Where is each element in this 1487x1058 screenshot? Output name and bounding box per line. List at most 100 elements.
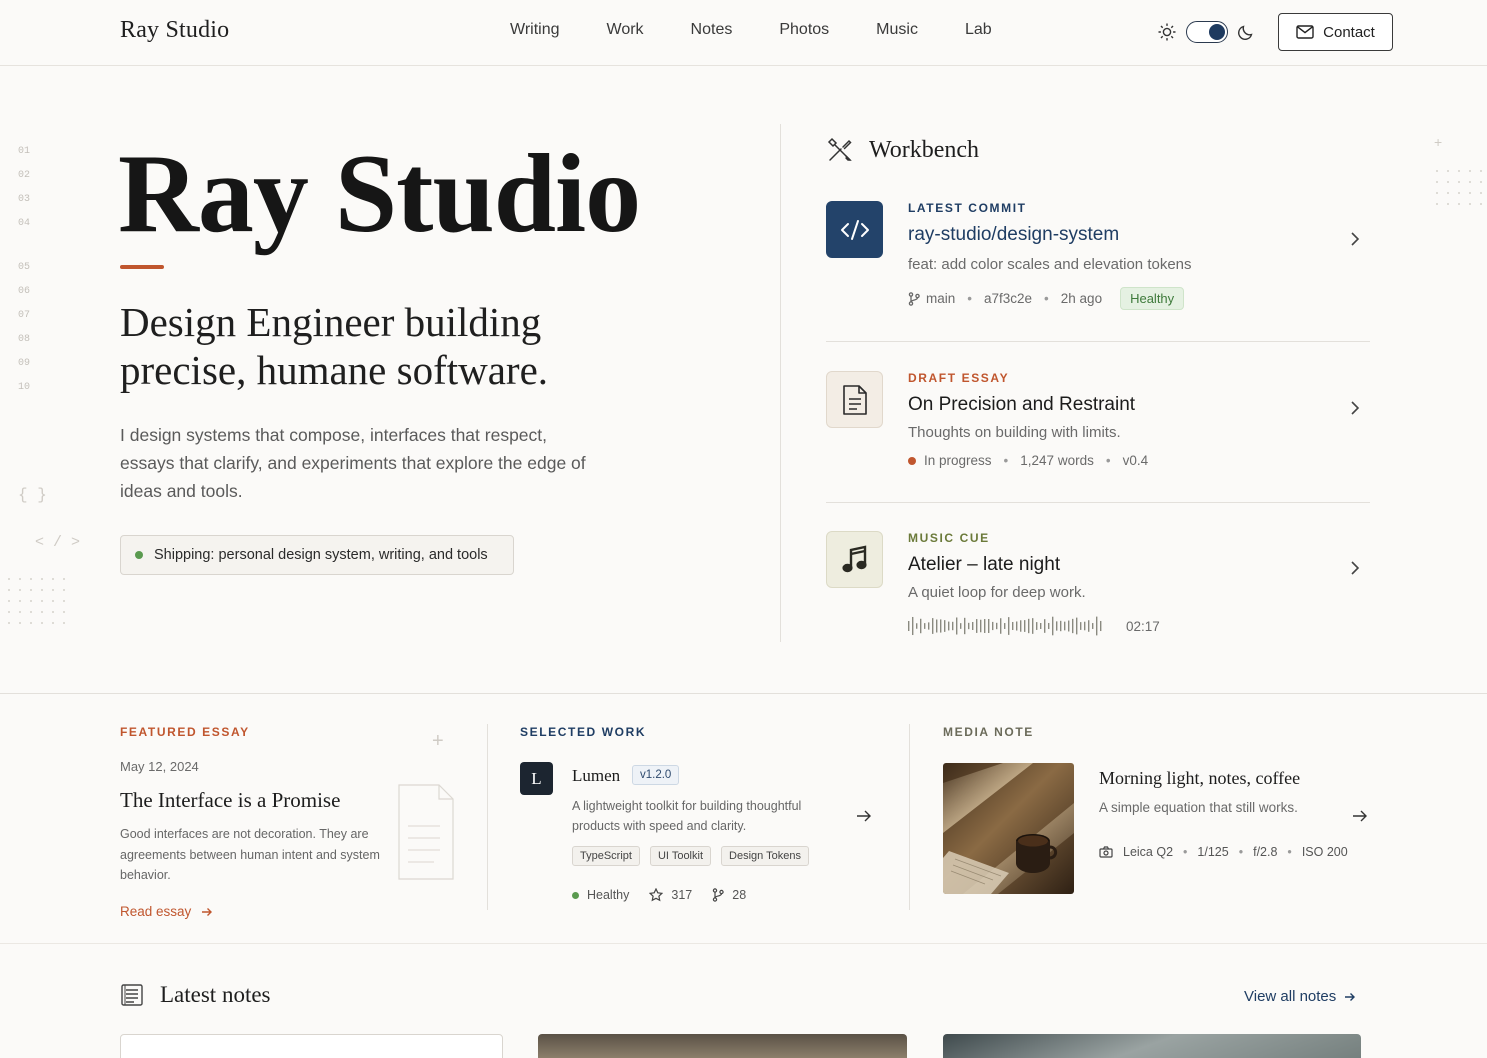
waveform-bar (912, 616, 914, 636)
moon-icon (1238, 25, 1253, 40)
waveform-bar (1016, 621, 1018, 631)
aperture: f/2.8 (1253, 845, 1278, 859)
project-tags: TypeScript UI Toolkit Design Tokens (572, 846, 809, 866)
read-essay-link[interactable]: Read essay (120, 904, 213, 919)
version-badge: v1.2.0 (632, 765, 680, 785)
waveform-bar (1100, 620, 1102, 632)
waveform-bar (1040, 623, 1042, 629)
line-number: 04 (18, 218, 31, 229)
sun-icon (1158, 23, 1176, 41)
waveform-bar (932, 618, 934, 634)
waveform[interactable] (908, 615, 1104, 637)
chevron-right-icon[interactable] (1350, 400, 1360, 416)
contact-button[interactable]: Contact (1278, 13, 1393, 51)
waveform-bar (964, 617, 966, 635)
nav-links: Writing Work Notes Photos Music Lab (510, 21, 1039, 39)
hero-divider (780, 124, 781, 642)
waveform-bar (952, 621, 954, 631)
project-logo: L (520, 762, 553, 795)
featured-essay-title[interactable]: The Interface is a Promise (120, 788, 340, 813)
media-note-title[interactable]: Morning light, notes, coffee (1099, 768, 1300, 789)
health-status: Healthy (587, 888, 630, 902)
project-desc: A lightweight toolkit for building thoug… (572, 799, 802, 833)
chevron-right-icon[interactable] (1350, 231, 1360, 247)
featured-essay-body: Good interfaces are not decoration. They… (120, 827, 380, 882)
waveform-bar (920, 618, 922, 634)
waveform-bar (1012, 621, 1014, 631)
theme-toggle[interactable] (1186, 21, 1228, 43)
fork-count: 28 (732, 888, 747, 902)
note-card[interactable] (120, 1034, 503, 1058)
nav-link-music[interactable]: Music (876, 21, 918, 39)
waveform-bar (1088, 620, 1090, 632)
column-divider (909, 724, 910, 910)
nav-link-photos[interactable]: Photos (779, 21, 829, 39)
waveform-bar (936, 619, 938, 633)
chevron-right-icon[interactable] (1350, 560, 1360, 576)
hero-subtitle: Design Engineer building precise, humane… (120, 299, 549, 393)
waveform-bar (960, 623, 962, 629)
workbench-item-draft[interactable]: DRAFT ESSAY On Precision and Restraint T… (826, 371, 1370, 481)
line-number: 09 (18, 358, 31, 369)
view-all-label: View all notes (1244, 988, 1337, 1005)
branch-icon (908, 291, 920, 306)
tag[interactable]: Design Tokens (721, 846, 809, 866)
waveform-bar (924, 623, 926, 629)
note-card-image[interactable] (538, 1034, 907, 1058)
workbench-item-commit[interactable]: LATEST COMMIT ray-studio/design-system f… (826, 201, 1370, 321)
fork-icon (713, 888, 724, 902)
commit-hash: a7f3c2e (984, 291, 1033, 306)
iso: ISO 200 (1301, 845, 1348, 859)
nav-link-writing[interactable]: Writing (510, 21, 560, 39)
theme-switcher (1157, 21, 1255, 43)
nav-link-notes[interactable]: Notes (691, 21, 733, 39)
hero-description: I design systems that compose, interface… (120, 425, 586, 501)
featured-essay-kicker: FEATURED ESSAY (120, 725, 250, 739)
item-kicker: MUSIC CUE (908, 531, 990, 545)
track-title[interactable]: Atelier – late night (908, 554, 1348, 576)
media-note-sub: A simple equation that still works. (1099, 800, 1298, 815)
essay-title[interactable]: On Precision and Restraint (908, 394, 1348, 416)
workbench-item-music[interactable]: MUSIC CUE Atelier – late night A quiet l… (826, 531, 1370, 646)
line-number: 02 (18, 170, 31, 181)
waveform-bar (908, 621, 910, 631)
column-divider (487, 724, 488, 910)
workbench-header: Workbench (826, 136, 979, 164)
project-stats: Healthy 317 28 (572, 888, 746, 902)
waveform-bar (1080, 622, 1082, 630)
tag[interactable]: UI Toolkit (649, 846, 712, 866)
accent-rule (120, 265, 164, 269)
word-count: 1,247 words (1020, 453, 1094, 468)
shutter-speed: 1/125 (1197, 845, 1229, 859)
waveform-bar (1000, 618, 1002, 634)
star-count: 317 (671, 888, 693, 902)
repo-link[interactable]: ray-studio/design-system (908, 224, 1348, 246)
waveform-bar (1028, 618, 1030, 634)
line-number: 10 (18, 382, 31, 393)
nav-link-lab[interactable]: Lab (965, 21, 992, 39)
nav-link-work[interactable]: Work (607, 21, 644, 39)
view-all-notes-link[interactable]: View all notes (1244, 988, 1356, 1005)
waveform-bar (1056, 621, 1058, 631)
notes-icon (121, 984, 143, 1006)
track-meta: 02:17 (908, 615, 1348, 637)
waveform-bar (1020, 620, 1022, 632)
coffee-photo[interactable] (943, 763, 1074, 894)
waveform-bar (944, 620, 946, 632)
arrow-right-icon[interactable] (856, 809, 872, 823)
dot-grid-left (8, 578, 65, 624)
waveform-bar (992, 621, 994, 631)
waveform-bar (1072, 618, 1074, 634)
waveform-bar (1052, 616, 1054, 636)
brand-logo[interactable]: Ray Studio (120, 17, 229, 44)
project-name[interactable]: Lumen (572, 766, 620, 786)
waveform-bar (1068, 620, 1070, 632)
workbench-title: Workbench (869, 136, 980, 163)
tag[interactable]: TypeScript (572, 846, 640, 866)
toggle-knob (1209, 24, 1225, 40)
camera-meta: Leica Q2 • 1/125 • f/2.8 • ISO 200 (1099, 845, 1348, 859)
arrow-right-icon[interactable] (1352, 809, 1368, 823)
note-card-image[interactable] (943, 1034, 1361, 1058)
line-number: 01 (18, 146, 31, 157)
dot-grid-right (1436, 170, 1487, 205)
